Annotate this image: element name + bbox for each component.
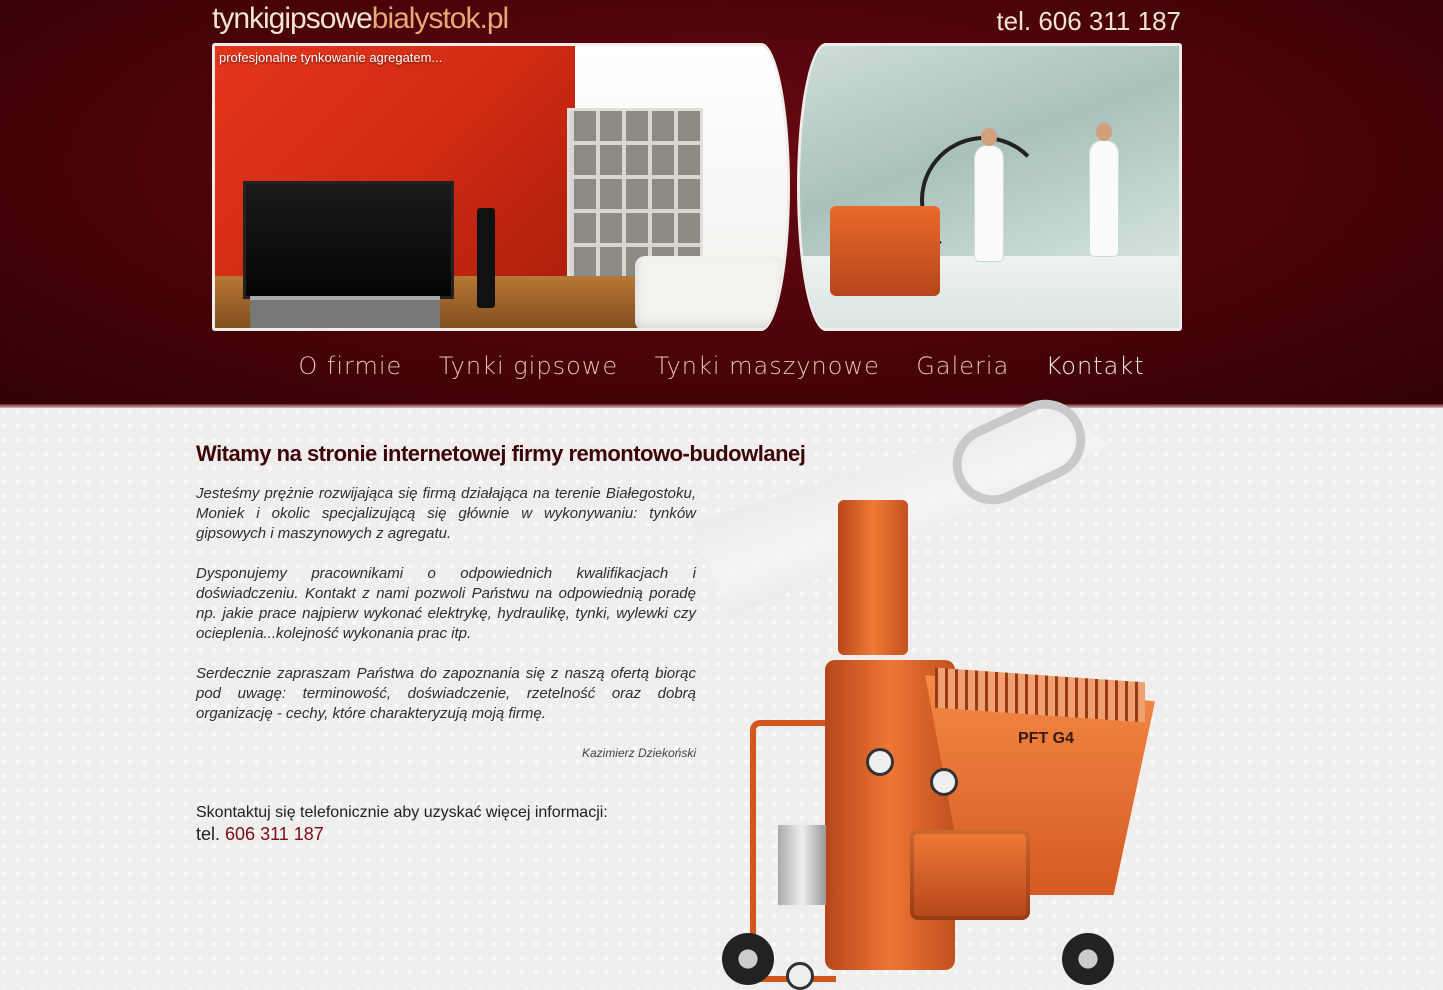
worker-figure — [1090, 123, 1118, 256]
tv-graphic — [243, 181, 454, 299]
worker-head — [981, 128, 997, 146]
logo-text-accent: bialystok.pl — [371, 2, 509, 35]
compressor-tank-graphic — [778, 825, 826, 905]
compressor-engine-graphic — [910, 830, 1030, 920]
pressure-gauge-icon — [786, 962, 814, 990]
contact-phone: tel. 606 311 187 — [196, 824, 324, 845]
worker-head — [1096, 123, 1112, 141]
machine-wheel-graphic — [722, 933, 774, 985]
worker-figure — [975, 128, 1003, 261]
nav-o-firmie[interactable]: O firmie — [298, 352, 402, 380]
header-banner: profesjonalne tynkowanie agregatem... — [212, 43, 1182, 331]
invitation-paragraph: Serdecznie zapraszam Państwa do zapoznan… — [196, 665, 696, 722]
logo-text-main: tynkigipsowe — [212, 2, 373, 35]
contact-phone-number[interactable]: 606 311 187 — [225, 824, 324, 844]
page-title: Witamy na stronie internetowej firmy rem… — [196, 441, 806, 466]
speaker-graphic — [477, 208, 495, 308]
site-header: tynkigipsowebialystok.pl tel. 606 311 18… — [0, 0, 1443, 408]
pressure-gauge-icon — [930, 768, 958, 796]
machine-label: PFT G4 — [1018, 730, 1075, 747]
banner-caption: profesjonalne tynkowanie agregatem... — [219, 50, 443, 65]
nav-tynki-maszynowe[interactable]: Tynki maszynowe — [655, 352, 880, 380]
signature: Kazimierz Dziekoński — [581, 746, 696, 760]
banner-photo-interior: profesjonalne tynkowanie agregatem... — [212, 43, 790, 331]
header-phone: tel. 606 311 187 — [996, 6, 1181, 36]
nav-kontakt[interactable]: Kontakt — [1046, 352, 1145, 380]
pressure-gauge-icon — [866, 748, 894, 776]
sofa-graphic — [635, 256, 785, 328]
contact-text: Skontaktuj się telefonicznie aby uzyskać… — [196, 804, 608, 821]
banner-photo-workers — [797, 43, 1182, 331]
nav-tynki-gipsowe[interactable]: Tynki gipsowe — [439, 352, 618, 380]
machine-motor-graphic — [838, 500, 908, 655]
intro-paragraph: Jesteśmy prężnie rozwijająca się firmą d… — [196, 485, 696, 542]
machine-wheel-graphic — [1062, 933, 1114, 985]
staff-paragraph: Dysponujemy pracownikami o odpowiednich … — [196, 565, 696, 642]
nav-galeria[interactable]: Galeria — [916, 352, 1009, 380]
main-nav: O firmie Tynki gipsowe Tynki maszynowe G… — [0, 352, 1443, 380]
contact-phone-prefix: tel. — [196, 824, 221, 844]
tv-stand-graphic — [250, 296, 440, 328]
plastering-machine-graphic — [830, 206, 940, 296]
site-logo[interactable]: tynkigipsowebialystok.pl — [212, 2, 509, 36]
